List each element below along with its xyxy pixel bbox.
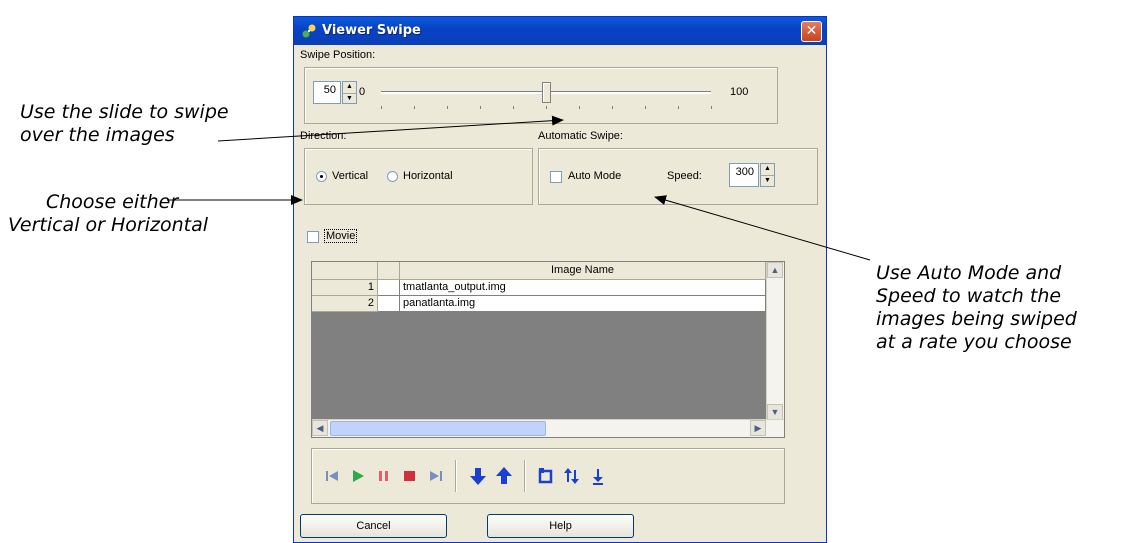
annotation-arrows [167,115,871,261]
arrow-auto [654,195,871,261]
arrow-slide [217,115,564,142]
